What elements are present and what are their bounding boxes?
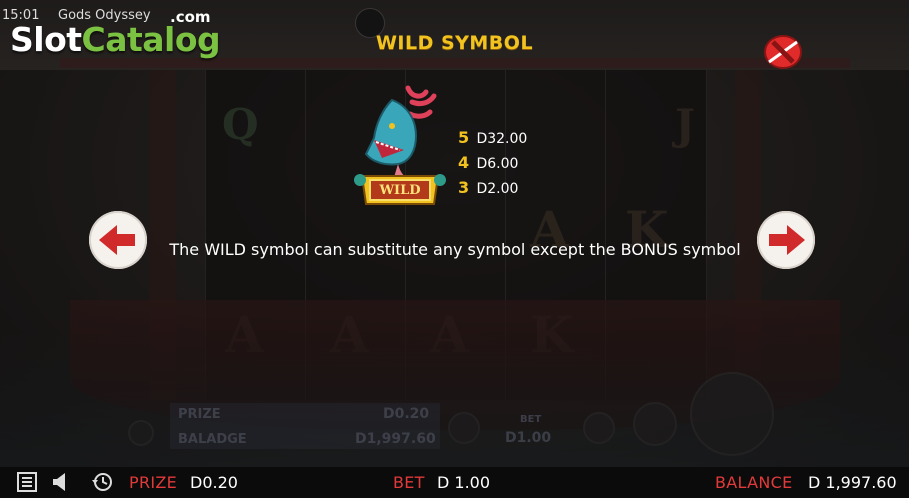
menu-button[interactable] xyxy=(16,471,38,497)
payout-row: 3 D2.00 xyxy=(458,178,518,197)
close-icon xyxy=(764,35,802,69)
sound-button[interactable] xyxy=(52,471,68,497)
previous-page-button[interactable] xyxy=(89,211,147,269)
arrow-right-icon xyxy=(769,225,805,255)
bet-label: BET xyxy=(393,473,425,492)
payout-amount: D6.00 xyxy=(476,156,519,172)
menu-icon xyxy=(17,472,37,492)
history-button[interactable] xyxy=(90,471,114,497)
payout-amount: D2.00 xyxy=(476,181,519,197)
sound-icon xyxy=(53,473,65,491)
payout-row: 5 D32.00 xyxy=(458,128,527,147)
prize-value: D0.20 xyxy=(190,473,238,492)
arrow-left-icon xyxy=(99,225,135,255)
payout-count: 5 xyxy=(458,128,470,147)
payout-count: 4 xyxy=(458,153,470,172)
bet-value: D 1.00 xyxy=(437,473,491,492)
payout-row: 4 D6.00 xyxy=(458,153,518,172)
wild-badge-text: WILD xyxy=(379,183,421,198)
wild-symbol-icon: WILD xyxy=(352,80,448,210)
balance-value: D 1,997.60 xyxy=(808,473,897,492)
wild-description: The WILD symbol can substitute any symbo… xyxy=(169,240,741,259)
payout-count: 3 xyxy=(458,178,470,197)
payout-amount: D32.00 xyxy=(476,131,528,147)
balance-label: BALANCE xyxy=(715,473,793,492)
next-page-button[interactable] xyxy=(757,211,815,269)
history-icon xyxy=(92,473,112,491)
prize-label: PRIZE xyxy=(129,473,178,492)
logo-com: .com xyxy=(170,8,211,26)
close-button[interactable] xyxy=(761,32,805,72)
